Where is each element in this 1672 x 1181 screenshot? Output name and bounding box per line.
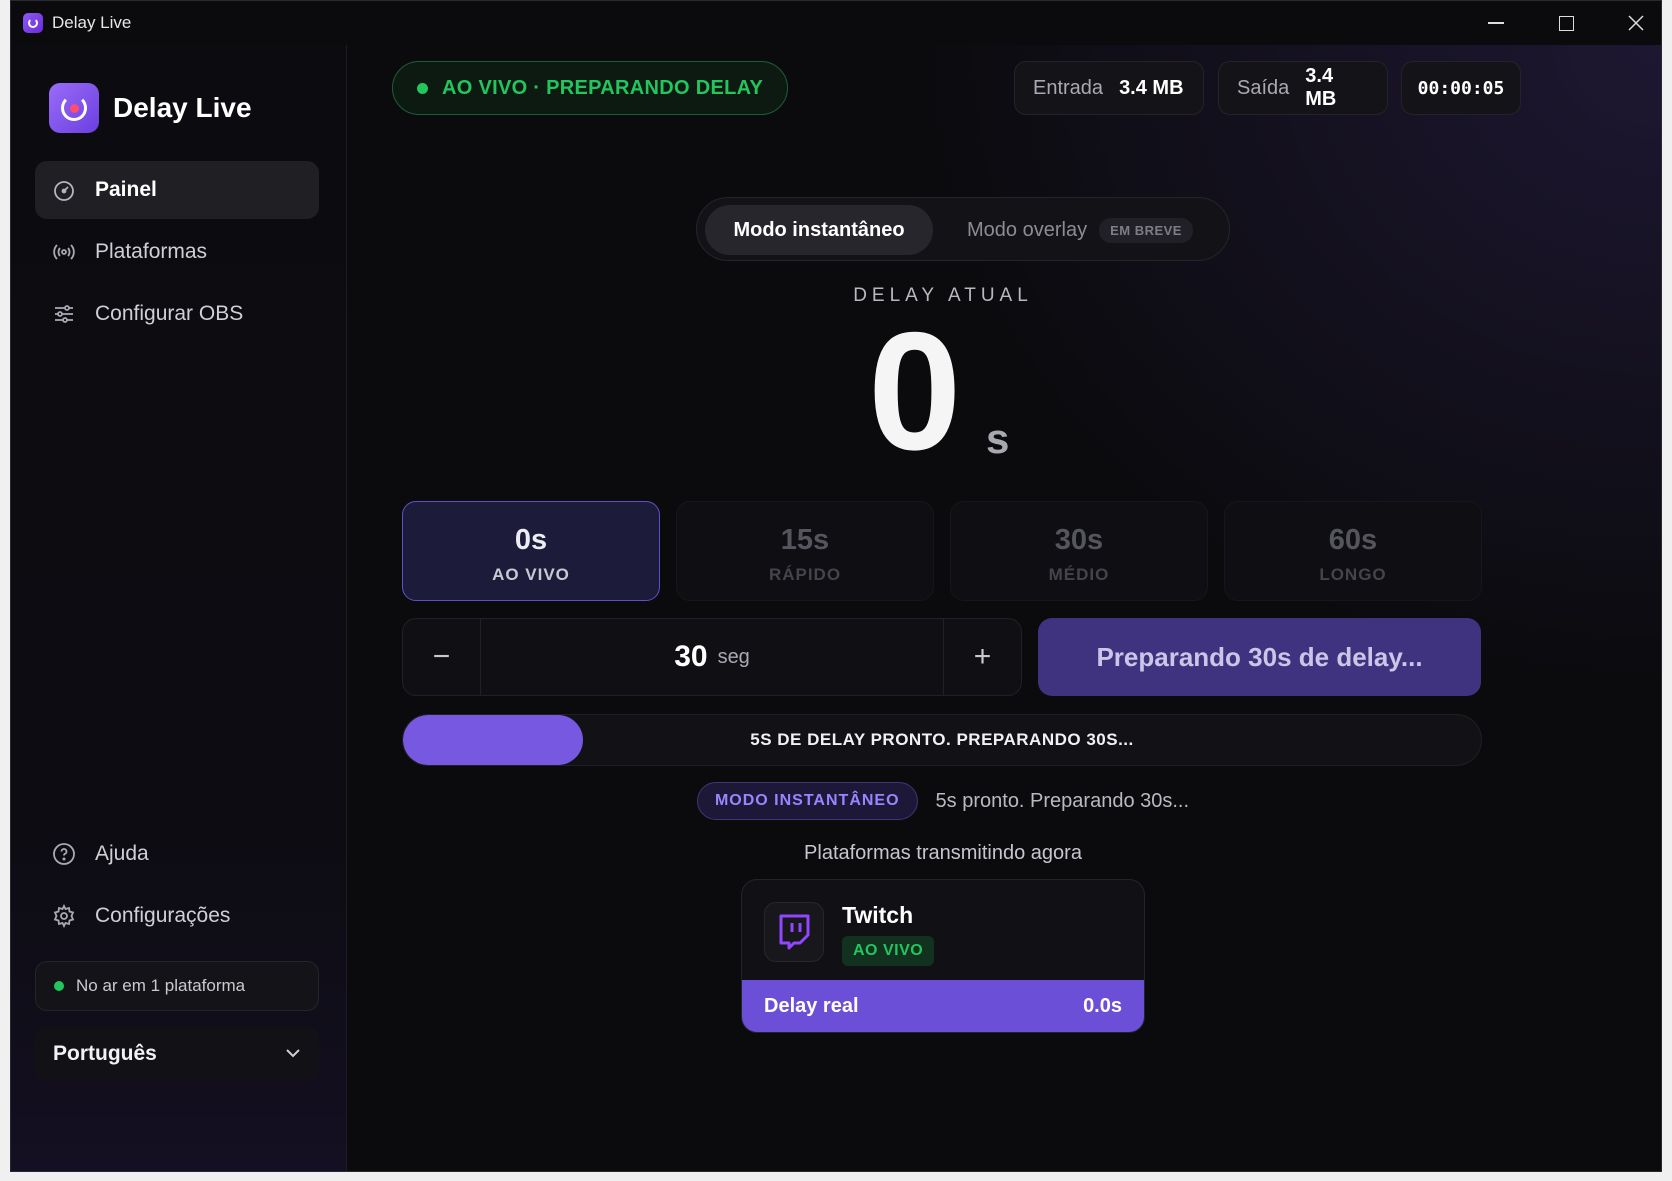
preset-tag: RÁPIDO bbox=[768, 565, 842, 584]
close-button[interactable] bbox=[1601, 1, 1661, 45]
stepper-value: 30 bbox=[674, 640, 708, 673]
preset-value: 30s bbox=[1054, 524, 1104, 556]
live-dot-icon bbox=[54, 981, 64, 991]
gear-icon bbox=[51, 903, 77, 929]
overlay-mode-label: Modo overlay bbox=[967, 218, 1088, 241]
preset-value: 15s bbox=[780, 524, 830, 556]
sidebar-item-label: Configurações bbox=[95, 904, 231, 927]
tab-instant-mode[interactable]: Modo instantâneo bbox=[705, 205, 933, 255]
sliders-icon bbox=[51, 301, 77, 327]
platform-status-badge: AO VIVO bbox=[842, 936, 935, 966]
maximize-button[interactable] bbox=[1531, 1, 1601, 45]
sidebar-item-label: Configurar OBS bbox=[95, 302, 244, 325]
app-window: Delay Live Delay Live Painel Plataformas bbox=[10, 0, 1662, 1172]
delay-real-label: Delay real bbox=[764, 994, 859, 1017]
sidebar-item-label: Painel bbox=[95, 178, 157, 201]
close-icon bbox=[1628, 15, 1644, 31]
preset-0s[interactable]: 0s AO VIVO bbox=[402, 501, 660, 601]
output-stat: Saída 3.4 MB bbox=[1218, 61, 1388, 115]
language-value: Português bbox=[53, 1042, 157, 1065]
tab-overlay-mode[interactable]: Modo overlay EM BREVE bbox=[945, 205, 1215, 255]
preset-60s[interactable]: 60s LONGO bbox=[1224, 501, 1482, 601]
mode-message: 5s pronto. Preparando 30s... bbox=[935, 789, 1190, 812]
preset-tag: LONGO bbox=[1319, 565, 1387, 584]
preset-value: 60s bbox=[1328, 524, 1378, 556]
mode-status-row: MODO INSTANTÂNEO 5s pronto. Preparando 3… bbox=[348, 782, 1538, 820]
live-status-text: AO VIVO · PREPARANDO DELAY bbox=[442, 76, 764, 99]
sidebar-item-configuracoes[interactable]: Configurações bbox=[35, 887, 319, 945]
brand-name: Delay Live bbox=[113, 92, 252, 123]
input-stat: Entrada 3.4 MB bbox=[1014, 61, 1204, 115]
language-select[interactable]: Português bbox=[35, 1027, 319, 1081]
sidebar-item-label: Plataformas bbox=[95, 240, 208, 263]
twitch-icon bbox=[764, 902, 824, 962]
preset-15s[interactable]: 15s RÁPIDO bbox=[676, 501, 934, 601]
minimize-button[interactable] bbox=[1461, 1, 1531, 45]
coming-soon-badge: EM BREVE bbox=[1099, 217, 1193, 243]
logo-icon bbox=[49, 83, 99, 133]
stepper-value-field[interactable]: 30 seg bbox=[481, 619, 943, 695]
mode-toggle: Modo instantâneo Modo overlay EM BREVE bbox=[696, 197, 1230, 261]
delay-progress-bar: 5S DE DELAY PRONTO. PREPARANDO 30S... bbox=[402, 714, 1482, 766]
preset-tag: AO VIVO bbox=[492, 565, 570, 584]
mode-tag: MODO INSTANTÂNEO bbox=[696, 782, 918, 820]
preset-value: 0s bbox=[514, 524, 548, 556]
sidebar-item-configurar-obs[interactable]: Configurar OBS bbox=[35, 285, 319, 343]
main-panel: AO VIVO · PREPARANDO DELAY Entrada 3.4 M… bbox=[348, 45, 1661, 1171]
help-circle-icon bbox=[51, 841, 77, 867]
app-icon bbox=[23, 13, 43, 33]
platform-name: Twitch bbox=[842, 902, 914, 928]
live-dot-icon bbox=[417, 82, 428, 94]
decrement-button[interactable]: − bbox=[403, 619, 481, 695]
speedometer-icon bbox=[51, 177, 77, 203]
sidebar-item-label: Ajuda bbox=[95, 842, 149, 865]
input-label: Entrada bbox=[1033, 76, 1104, 99]
increment-button[interactable]: + bbox=[943, 619, 1021, 695]
title-bar: Delay Live bbox=[11, 1, 1661, 45]
preset-30s[interactable]: 30s MÉDIO bbox=[950, 501, 1208, 601]
broadcast-status: No ar em 1 plataforma bbox=[35, 961, 319, 1011]
output-label: Saída bbox=[1237, 76, 1290, 99]
delay-real-value: 0.0s bbox=[1083, 994, 1122, 1017]
stepper-unit: seg bbox=[717, 645, 750, 668]
delay-stepper: − 30 seg + bbox=[402, 618, 1022, 696]
current-delay-value: 0 bbox=[868, 297, 962, 485]
live-status-badge: AO VIVO · PREPARANDO DELAY bbox=[392, 61, 789, 115]
output-value: 3.4 MB bbox=[1305, 65, 1337, 110]
progress-text: 5S DE DELAY PRONTO. PREPARANDO 30S... bbox=[750, 730, 1134, 749]
broadcast-status-text: No ar em 1 plataforma bbox=[76, 976, 246, 995]
broadcast-icon bbox=[51, 239, 77, 265]
chevron-down-icon bbox=[286, 1049, 300, 1058]
preset-tag: MÉDIO bbox=[1048, 565, 1110, 584]
platform-delay-bar: Delay real 0.0s bbox=[742, 980, 1144, 1032]
brand: Delay Live bbox=[49, 83, 252, 133]
elapsed-timer: 00:00:05 bbox=[1401, 61, 1521, 115]
sidebar: Delay Live Painel Plataformas Configurar… bbox=[11, 45, 347, 1171]
sidebar-item-ajuda[interactable]: Ajuda bbox=[35, 825, 319, 883]
window-title: Delay Live bbox=[52, 13, 132, 32]
platform-card-twitch[interactable]: Twitch AO VIVO Delay real 0.0s bbox=[741, 879, 1145, 1033]
platforms-title: Plataformas transmitindo agora bbox=[804, 842, 1082, 864]
sidebar-item-plataformas[interactable]: Plataformas bbox=[35, 223, 319, 281]
current-delay-unit: s bbox=[986, 415, 1010, 462]
sidebar-item-painel[interactable]: Painel bbox=[35, 161, 319, 219]
input-value: 3.4 MB bbox=[1119, 76, 1184, 99]
prepare-delay-button[interactable]: Preparando 30s de delay... bbox=[1038, 618, 1481, 696]
